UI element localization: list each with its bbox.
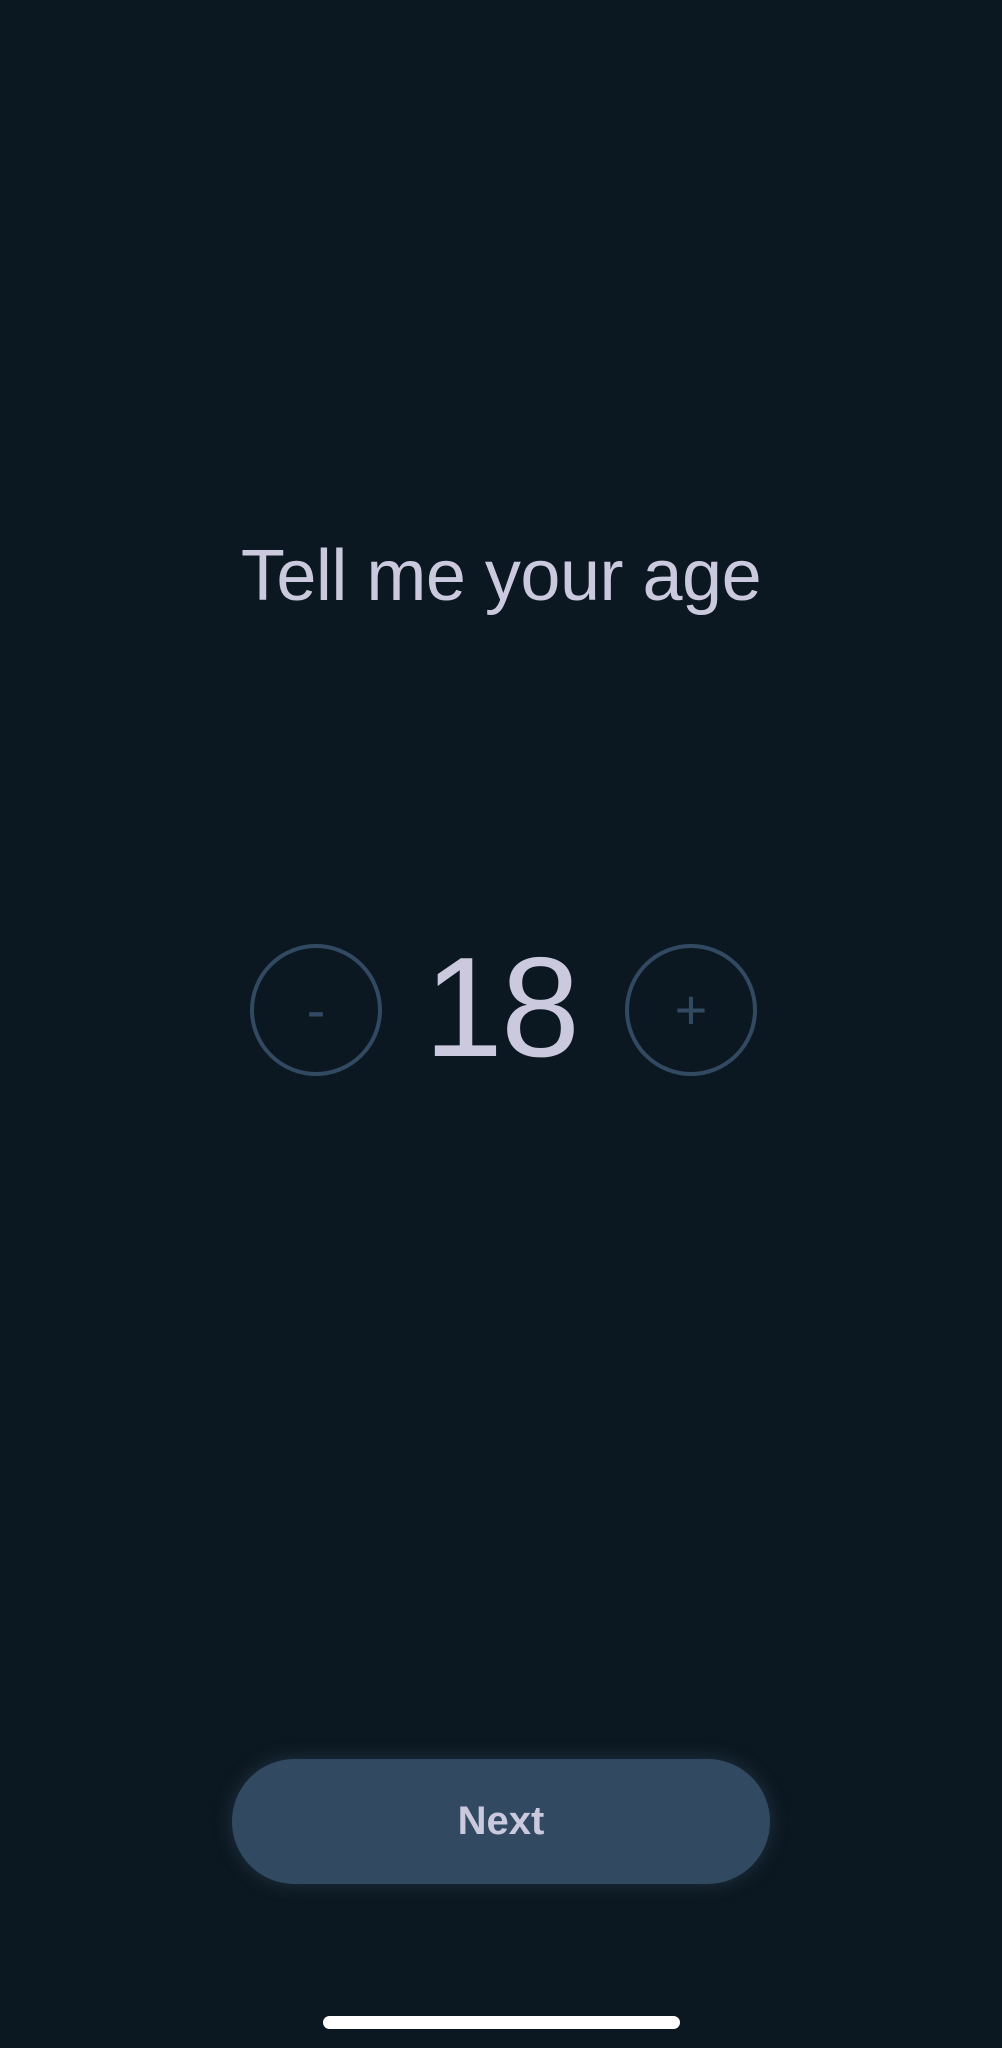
page-title: Tell me your age xyxy=(240,536,762,616)
next-button[interactable]: Next xyxy=(232,1759,770,1884)
age-stepper: - 18 + xyxy=(0,928,1002,1087)
age-value: 18 xyxy=(424,928,580,1087)
plus-icon: + xyxy=(674,978,708,1041)
decrement-button[interactable]: - xyxy=(250,944,382,1076)
home-indicator[interactable] xyxy=(323,2016,680,2029)
minus-icon: - xyxy=(306,978,326,1041)
increment-button[interactable]: + xyxy=(625,944,757,1076)
next-button-label: Next xyxy=(457,1799,545,1843)
